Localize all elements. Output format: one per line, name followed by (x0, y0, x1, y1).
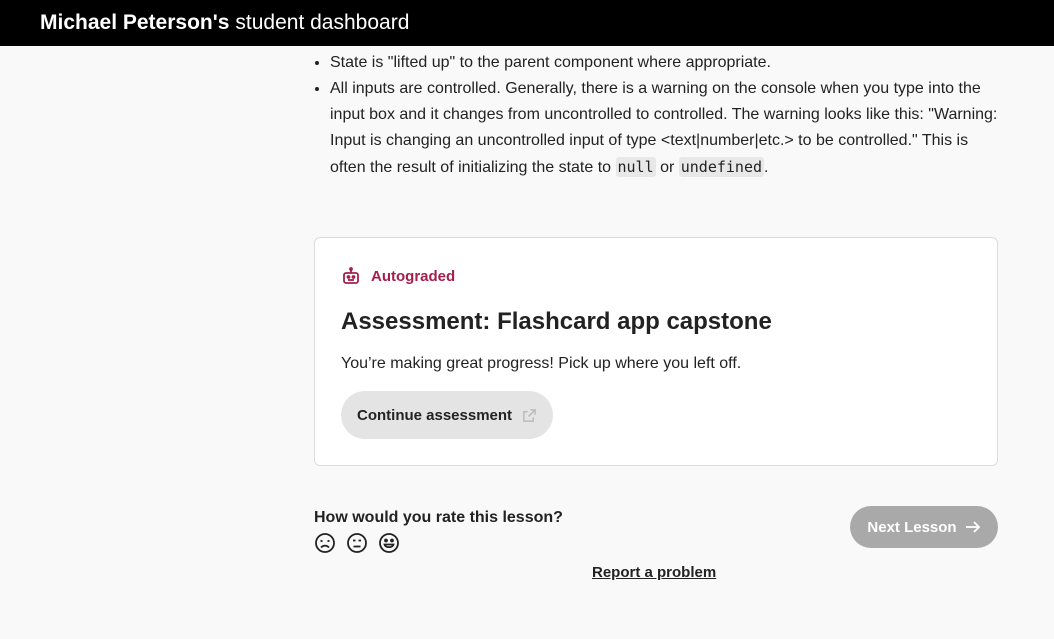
continue-assessment-button[interactable]: Continue assessment (341, 391, 554, 439)
lesson-content: State is "lifted up" to the parent compo… (314, 46, 1004, 581)
report-problem-link[interactable]: Report a problem (592, 564, 716, 581)
next-lesson-button[interactable]: Next Lesson (850, 506, 998, 548)
code-null: null (615, 157, 656, 177)
list-item-text: . (764, 159, 769, 176)
list-item: State is "lifted up" to the parent compo… (330, 50, 1004, 76)
list-item-text: State is "lifted up" to the parent compo… (330, 54, 771, 71)
arrow-right-icon (965, 521, 980, 533)
lesson-rating: How would you rate this lesson? (314, 509, 563, 554)
next-lesson-label: Next Lesson (867, 518, 957, 536)
neutral-face-icon[interactable] (346, 532, 368, 554)
happy-face-icon[interactable] (378, 532, 400, 554)
assessment-message: You’re making great progress! Pick up wh… (341, 355, 742, 372)
student-name: Michael Peterson's (40, 11, 230, 34)
rating-faces (314, 532, 563, 554)
assessment-card: Autograded Assessment: Flashcard app cap… (314, 237, 998, 466)
requirements-list: State is "lifted up" to the parent compo… (314, 50, 1004, 181)
top-bar: Michael Peterson's student dashboard (0, 0, 1054, 46)
code-undefined: undefined (678, 157, 765, 177)
external-link-icon (523, 408, 536, 422)
list-item-text: or (655, 159, 679, 176)
autograded-badge: Autograded (341, 264, 971, 288)
sad-face-icon[interactable] (314, 532, 336, 554)
rating-question: How would you rate this lesson? (314, 509, 563, 526)
assessment-title: Assessment: Flashcard app capstone (341, 308, 772, 335)
robot-icon (343, 267, 359, 284)
continue-button-label: Continue assessment (357, 406, 513, 424)
dashboard-title: student dashboard (235, 11, 410, 34)
badge-label: Autograded (371, 267, 456, 285)
list-item: All inputs are controlled. Generally, th… (330, 76, 1004, 181)
